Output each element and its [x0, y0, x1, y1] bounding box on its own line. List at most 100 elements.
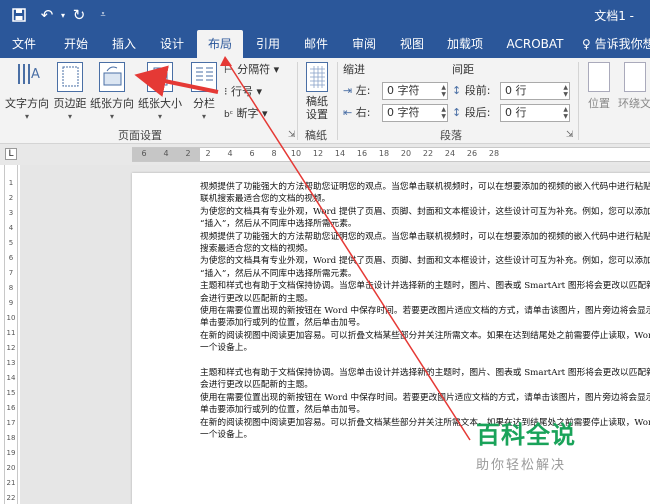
vertical-ruler[interactable]: 1 2 3 4 5 6 7 8 9 10 11 12 13 14 15 16 17 18 19 20 21 22 — [4, 165, 18, 504]
indent-right-field[interactable]: 0 字符 ▲ ▼ — [382, 104, 448, 122]
vruler-number: 19 — [6, 449, 16, 457]
document-line[interactable]: 搜索最适合您的文档的视频。 — [200, 243, 650, 255]
document-line[interactable]: 主题和样式也有助于文档保持协调。当您单击设计并选择新的主题时，图片、图表或 Sm… — [200, 367, 650, 379]
tab-review[interactable]: 审阅 — [344, 30, 384, 58]
document-line[interactable]: 视频提供了功能强大的方法帮助您证明您的观点。当您单击联机视频时，可以在想要添加的… — [200, 181, 650, 193]
draft-paper-icon — [306, 62, 328, 92]
position-icon — [588, 62, 610, 92]
horizontal-ruler[interactable]: 6 4 2 2 4 6 8 10 12 14 16 18 20 22 24 26 28 — [132, 147, 650, 162]
vruler-number: 14 — [6, 374, 16, 382]
indent-left-field[interactable]: 0 字符 ▲ ▼ — [382, 82, 448, 100]
tab-mailings[interactable]: 邮件 — [296, 30, 336, 58]
ruler-number: 8 — [271, 149, 277, 158]
vruler-number: 5 — [8, 239, 14, 247]
ruler-number: 6 — [249, 149, 255, 158]
watermark-tagline: 助你轻松解决 — [476, 458, 567, 473]
document-line[interactable]: 会进行更改以匹配新的主题。 — [200, 379, 650, 391]
indent-left-icon: ⇥ — [343, 84, 353, 97]
vruler-number: 8 — [8, 284, 14, 292]
document-title: 文档1 - — [594, 9, 634, 23]
paragraph-launcher-icon[interactable]: ⇲ — [566, 130, 574, 140]
breaks-button[interactable]: ⊢ 分隔符 ▾ — [224, 61, 279, 79]
hyphenation-button[interactable]: bᶜ 断字 ▾ — [224, 105, 268, 123]
spacing-before-field[interactable]: 0 行 ▲ ▼ — [500, 82, 570, 100]
tab-acrobat[interactable]: ACROBAT — [500, 30, 570, 58]
size-button[interactable]: 纸张大小 ▾ — [137, 62, 183, 121]
tab-home[interactable]: 开始 — [56, 30, 96, 58]
ruler-number: 6 — [141, 149, 147, 158]
tell-me-search[interactable]: ♀ 告诉我你想 — [582, 30, 650, 58]
text-direction-button[interactable]: A 文字方向 ▾ — [3, 62, 51, 121]
vruler-number: 10 — [6, 314, 16, 322]
vruler-number: 2 — [8, 194, 14, 202]
save-icon[interactable] — [8, 5, 30, 25]
tab-file[interactable]: 文件 — [4, 30, 44, 58]
tab-view[interactable]: 视图 — [392, 30, 432, 58]
spinner-arrows-icon[interactable]: ▲ ▼ — [563, 84, 568, 98]
ruler-number: 26 — [466, 149, 478, 158]
tab-insert[interactable]: 插入 — [104, 30, 144, 58]
ruler-number: 12 — [312, 149, 324, 158]
spacing-after-icon: ↕ — [452, 106, 462, 119]
wrap-text-button[interactable]: 环绕文字 — [618, 62, 650, 111]
margins-button[interactable]: 页边距 ▾ — [53, 62, 87, 121]
ruler-number: 14 — [334, 149, 346, 158]
spacing-before-label: ↕ 段前: — [452, 84, 491, 97]
document-line[interactable]: 视频提供了功能强大的方法帮助您证明您的观点。当您单击联机视频时，可以在想要添加的… — [200, 231, 650, 243]
position-button[interactable]: 位置 — [584, 62, 614, 111]
paper-size-icon — [147, 62, 173, 92]
ruler-number: 28 — [488, 149, 500, 158]
vruler-number: 4 — [8, 224, 14, 232]
tab-references[interactable]: 引用 — [248, 30, 288, 58]
document-line[interactable]: 联机搜索最适合您的文档的视频。 — [200, 193, 650, 205]
chevron-down-icon: ▾ — [109, 112, 114, 121]
spacing-after-field[interactable]: 0 行 ▲ ▼ — [500, 104, 570, 122]
line-numbers-icon: ⁝ — [224, 85, 228, 98]
vruler-number: 15 — [6, 389, 16, 397]
document-line[interactable]: 一个设备上。 — [200, 342, 650, 354]
vruler-number: 3 — [8, 209, 14, 217]
document-line[interactable]: 主题和样式也有助于文档保持协调。当您单击设计并选择新的主题时，图片、图表或 Sm… — [200, 280, 650, 292]
indent-right-label: ⇤ 右: — [343, 106, 371, 119]
orientation-button[interactable]: 纸张方向 ▾ — [90, 62, 134, 121]
document-line[interactable]: 为使您的文档具有专业外观，Word 提供了页眉、页脚、封面和文本框设计，这些设计… — [200, 255, 650, 267]
tab-selector[interactable]: L — [5, 148, 17, 160]
text-direction-icon: A — [14, 62, 40, 92]
document-line[interactable]: 在新的阅读视图中阅读更加容易。可以折叠文档某些部分并关注所需文本。如果在达到结尾… — [200, 330, 650, 342]
spinner-arrows-icon[interactable]: ▲ ▼ — [441, 84, 446, 98]
document-line[interactable]: “插入”，然后从不同库中选择所需元素。 — [200, 268, 650, 280]
page-setup-launcher-icon[interactable]: ⇲ — [288, 130, 296, 140]
document-line[interactable]: 使用在需要位置出现的新按钮在 Word 中保存时间。若要更改图片适应文档的方式，… — [200, 392, 650, 404]
spinner-arrows-icon[interactable]: ▲ ▼ — [441, 106, 446, 120]
chevron-down-icon: ▾ — [201, 112, 206, 121]
tab-addins[interactable]: 加载项 — [440, 30, 490, 58]
ruler-number: 10 — [290, 149, 302, 158]
document-line[interactable]: 会进行更改以匹配新的主题。 — [200, 293, 650, 305]
document-line[interactable]: 为使您的文档具有专业外观，Word 提供了页眉、页脚、封面和文本框设计，这些设计… — [200, 206, 650, 218]
document-line[interactable]: 单击要添加行或列的位置，然后单击加号。 — [200, 317, 650, 329]
watermark-logo: 百科全说 — [476, 421, 576, 449]
ruler-number: 4 — [163, 149, 169, 158]
vruler-number: 9 — [8, 299, 14, 307]
document-line[interactable]: 使用在需要位置出现的新按钮在 Word 中保存时间。若要更改图片适应文档的方式，… — [200, 305, 650, 317]
tab-layout[interactable]: 布局 — [197, 30, 243, 58]
columns-button[interactable]: 分栏 ▾ — [188, 62, 220, 121]
group-divider — [337, 62, 338, 140]
draft-settings-button[interactable]: 稿纸 设置 — [302, 62, 332, 121]
document-line[interactable]: “插入”，然后从不同库中选择所需元素。 — [200, 218, 650, 230]
ruler-number: 22 — [422, 149, 434, 158]
lightbulb-icon: ♀ — [582, 37, 591, 51]
chevron-down-icon: ▾ — [67, 112, 72, 121]
hyphenation-icon: bᶜ — [224, 110, 234, 120]
redo-icon[interactable]: ↻ — [68, 5, 90, 25]
group-divider — [578, 62, 579, 140]
ruler-number: 2 — [205, 149, 211, 158]
vruler-number: 1 — [8, 179, 14, 187]
spinner-arrows-icon[interactable]: ▲ ▼ — [563, 106, 568, 120]
customize-qat-icon[interactable]: ⩡ — [92, 5, 114, 25]
vruler-number: 18 — [6, 434, 16, 442]
line-numbers-button[interactable]: ⁝ 行号 ▾ — [224, 83, 262, 101]
wrap-text-icon — [624, 62, 646, 92]
vruler-number: 16 — [6, 404, 16, 412]
tab-design[interactable]: 设计 — [152, 30, 192, 58]
